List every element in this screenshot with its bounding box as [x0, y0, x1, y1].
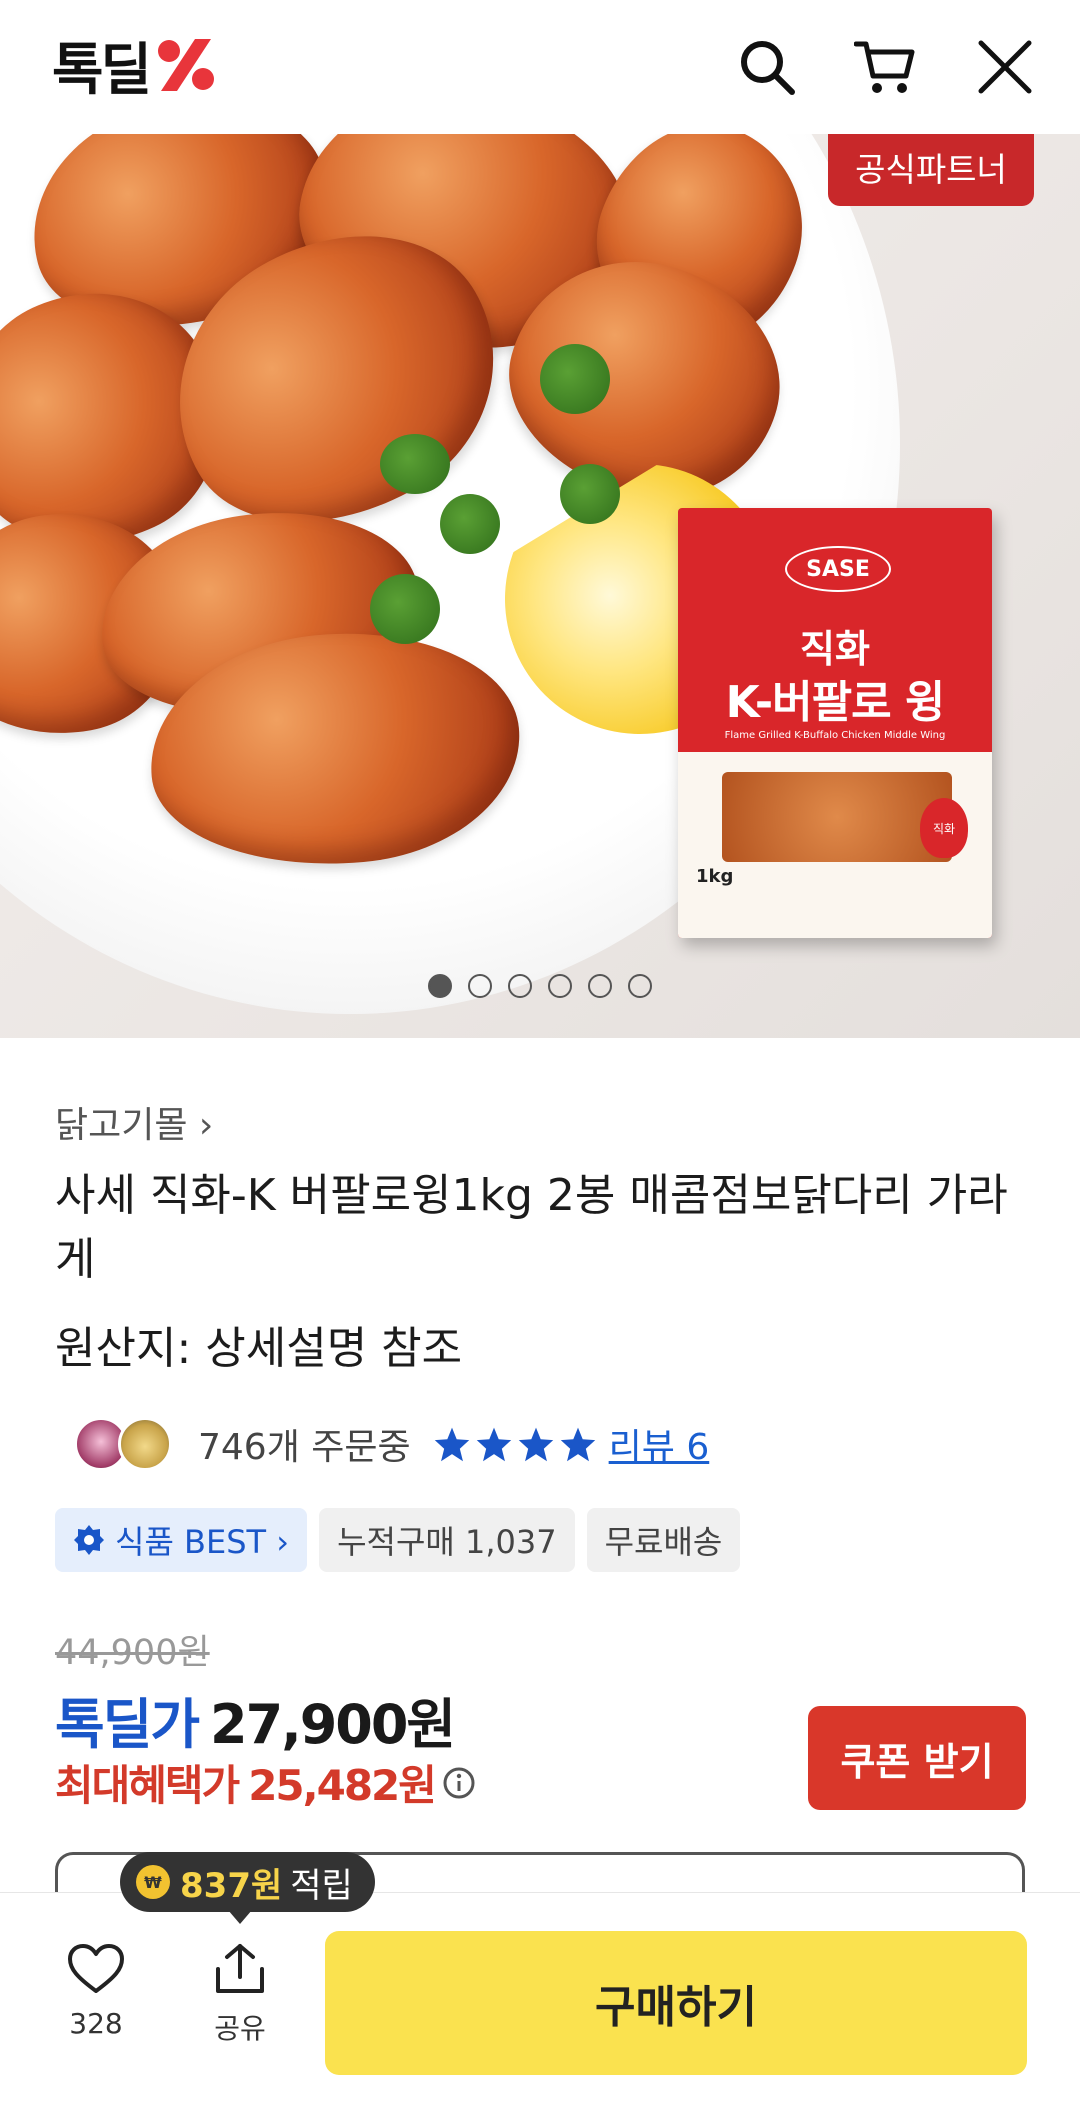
info-icon[interactable] [441, 1765, 477, 1801]
search-icon[interactable] [736, 36, 798, 98]
bottom-action-bar: 328 공유 구매하기 [0, 1892, 1080, 2108]
carousel-dot[interactable] [508, 974, 532, 998]
tag-chips: 식품 BEST › 누적구매 1,037 무료배송 [55, 1508, 741, 1572]
deal-price: 27,900원 [210, 1693, 456, 1756]
parsley-image [440, 494, 500, 554]
top-header: 톡딜 [0, 0, 1080, 135]
max-benefit-price: 25,482원 [248, 1761, 437, 1810]
flame-badge: 직화 [920, 798, 968, 858]
product-package-image: SASE 직화 K-버팔로 윙 Flame Grilled K-Buffalo … [678, 508, 992, 938]
chip-label: 식품 BEST › [115, 1523, 290, 1561]
rating-stars [433, 1426, 597, 1462]
points-amount: 837원 [180, 1865, 283, 1906]
deal-price-row: 톡딜가 27,900원 [55, 1680, 456, 1759]
carousel-dot[interactable] [628, 974, 652, 998]
parsley-image [380, 434, 450, 494]
star-icon [476, 1427, 511, 1462]
points-tooltip-tail [228, 1910, 252, 1924]
like-count: 328 [69, 2007, 123, 2040]
cart-icon[interactable] [854, 36, 916, 98]
origin-text: 원산지: 상세설명 참조 [55, 1323, 463, 1374]
share-button[interactable]: 공유 [180, 1943, 300, 2047]
max-benefit-label: 최대혜택가 [55, 1761, 240, 1810]
carousel-dot[interactable] [428, 974, 452, 998]
logo-text: 톡딜 [52, 37, 152, 103]
brand-logo: SASE [785, 546, 891, 592]
star-icon [518, 1427, 553, 1462]
max-benefit-row: 최대혜택가 25,482원 [55, 1752, 477, 1813]
store-link[interactable]: 닭고기몰 › [55, 1096, 213, 1148]
coin-icon: ₩ [136, 1865, 170, 1899]
star-icon [560, 1427, 595, 1462]
food-best-chip[interactable]: 식품 BEST › [55, 1508, 308, 1572]
badge-icon [74, 1525, 104, 1555]
order-count: 746개 주문중 [198, 1427, 411, 1468]
carousel-indicator [0, 974, 1080, 998]
close-icon[interactable] [974, 36, 1036, 98]
star-icon [434, 1427, 469, 1462]
parsley-image [560, 464, 620, 524]
package-weight: 1kg [696, 866, 734, 887]
talkdeal-logo[interactable]: 톡딜 [52, 34, 217, 103]
package-window-image [722, 772, 952, 862]
percent-logo-icon [158, 39, 215, 91]
review-link[interactable]: 리뷰 6 [609, 1418, 710, 1470]
carousel-dot[interactable] [588, 974, 612, 998]
product-title: 사세 직화-K 버팔로윙1kg 2봉 매콤점보닭다리 가라게 [55, 1170, 1008, 1285]
points-tooltip: ₩ 837원 적립 [120, 1852, 375, 1912]
share-label: 공유 [214, 2012, 266, 2045]
share-icon [216, 1944, 264, 1993]
product-image-carousel[interactable]: 공식파트너 SASE 직화 K-버팔로 윙 Flame Grilled K-Bu… [0, 134, 1080, 1038]
package-title-line2: K-버팔로 윙 [725, 677, 946, 728]
avatar [118, 1417, 172, 1471]
package-title-line1: 직화 [800, 627, 870, 671]
parsley-image [370, 574, 440, 644]
deal-label: 톡딜가 [55, 1693, 200, 1756]
cumulative-purchase-chip: 누적구매 1,037 [319, 1508, 575, 1572]
carousel-dot[interactable] [468, 974, 492, 998]
original-price: 44,900원 [55, 1633, 210, 1673]
package-bottom: 1kg 직화 [678, 752, 992, 938]
points-suffix: 적립 [290, 1865, 353, 1906]
buy-button[interactable]: 구매하기 [325, 1931, 1027, 2075]
heart-icon [68, 1944, 124, 1993]
like-button[interactable]: 328 [36, 1943, 156, 2040]
package-subtitle: Flame Grilled K-Buffalo Chicken Middle W… [724, 730, 946, 741]
parsley-image [540, 344, 610, 414]
carousel-dot[interactable] [548, 974, 572, 998]
official-partner-badge: 공식파트너 [828, 134, 1034, 206]
get-coupon-button[interactable]: 쿠폰 받기 [808, 1706, 1026, 1810]
social-proof-row: 746개 주문중 리뷰 6 [74, 1416, 709, 1472]
free-shipping-chip: 무료배송 [586, 1508, 741, 1572]
